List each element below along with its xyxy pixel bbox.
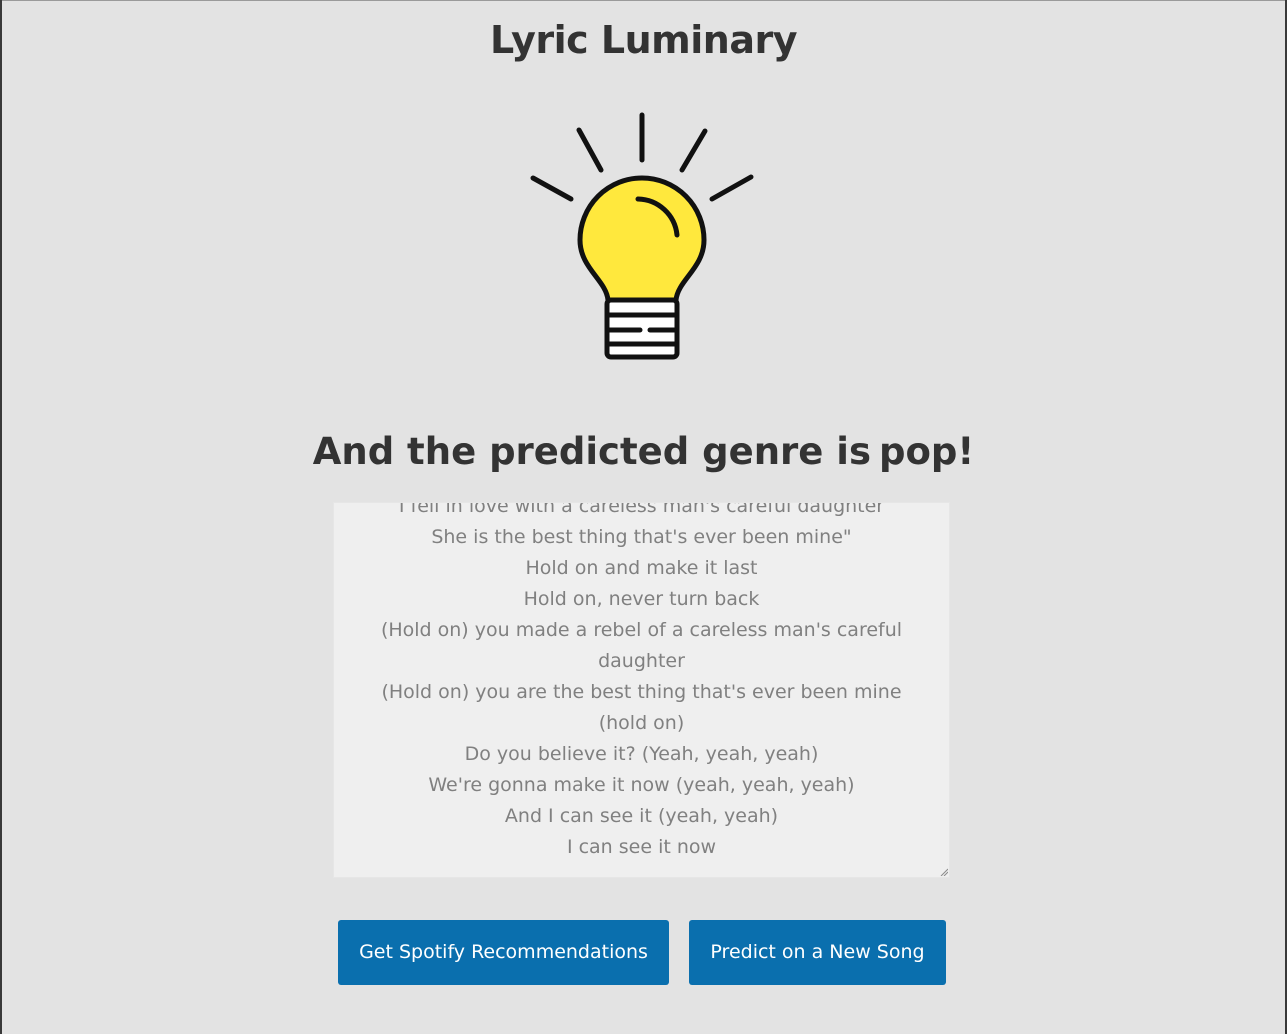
resize-grip-icon[interactable] — [940, 868, 948, 876]
result-prefix: And the predicted genre is — [312, 430, 871, 473]
predicted-genre: pop — [879, 430, 958, 473]
lyrics-line: Hold on and make it last — [525, 557, 758, 579]
lightbulb-icon — [530, 112, 754, 360]
window-frame-left — [0, 0, 2, 1034]
lyrics-line: (Hold on) you made a rebel of a careless… — [380, 619, 903, 672]
predict-new-song-button[interactable]: Predict on a New Song — [689, 920, 946, 985]
lyrics-content: I fell in love with a careless man's car… — [334, 502, 949, 863]
lyrics-line: She is the best thing that's ever been m… — [431, 526, 852, 548]
app-title: Lyric Luminary — [489, 18, 798, 62]
spotify-recommendations-button[interactable]: Get Spotify Recommendations — [338, 920, 669, 985]
lyrics-line: Do you believe it? (Yeah, yeah, yeah) — [464, 743, 819, 765]
result-suffix: ! — [957, 430, 975, 473]
predicted-genre-heading: And the predicted genre is pop! — [0, 428, 1287, 476]
lyrics-line: Hold on, never turn back — [523, 588, 760, 610]
lyrics-textarea[interactable]: I fell in love with a careless man's car… — [333, 502, 950, 878]
lyrics-line: And I can see it (yeah, yeah) — [504, 805, 779, 827]
lyrics-line: (Hold on) you are the best thing that's … — [381, 681, 902, 734]
lyrics-line: We're gonna make it now (yeah, yeah, yea… — [428, 774, 855, 796]
lyrics-line: I can see it now — [566, 836, 717, 858]
lyrics-line: I fell in love with a careless man's car… — [398, 502, 885, 517]
window-frame-top — [0, 0, 1287, 1]
